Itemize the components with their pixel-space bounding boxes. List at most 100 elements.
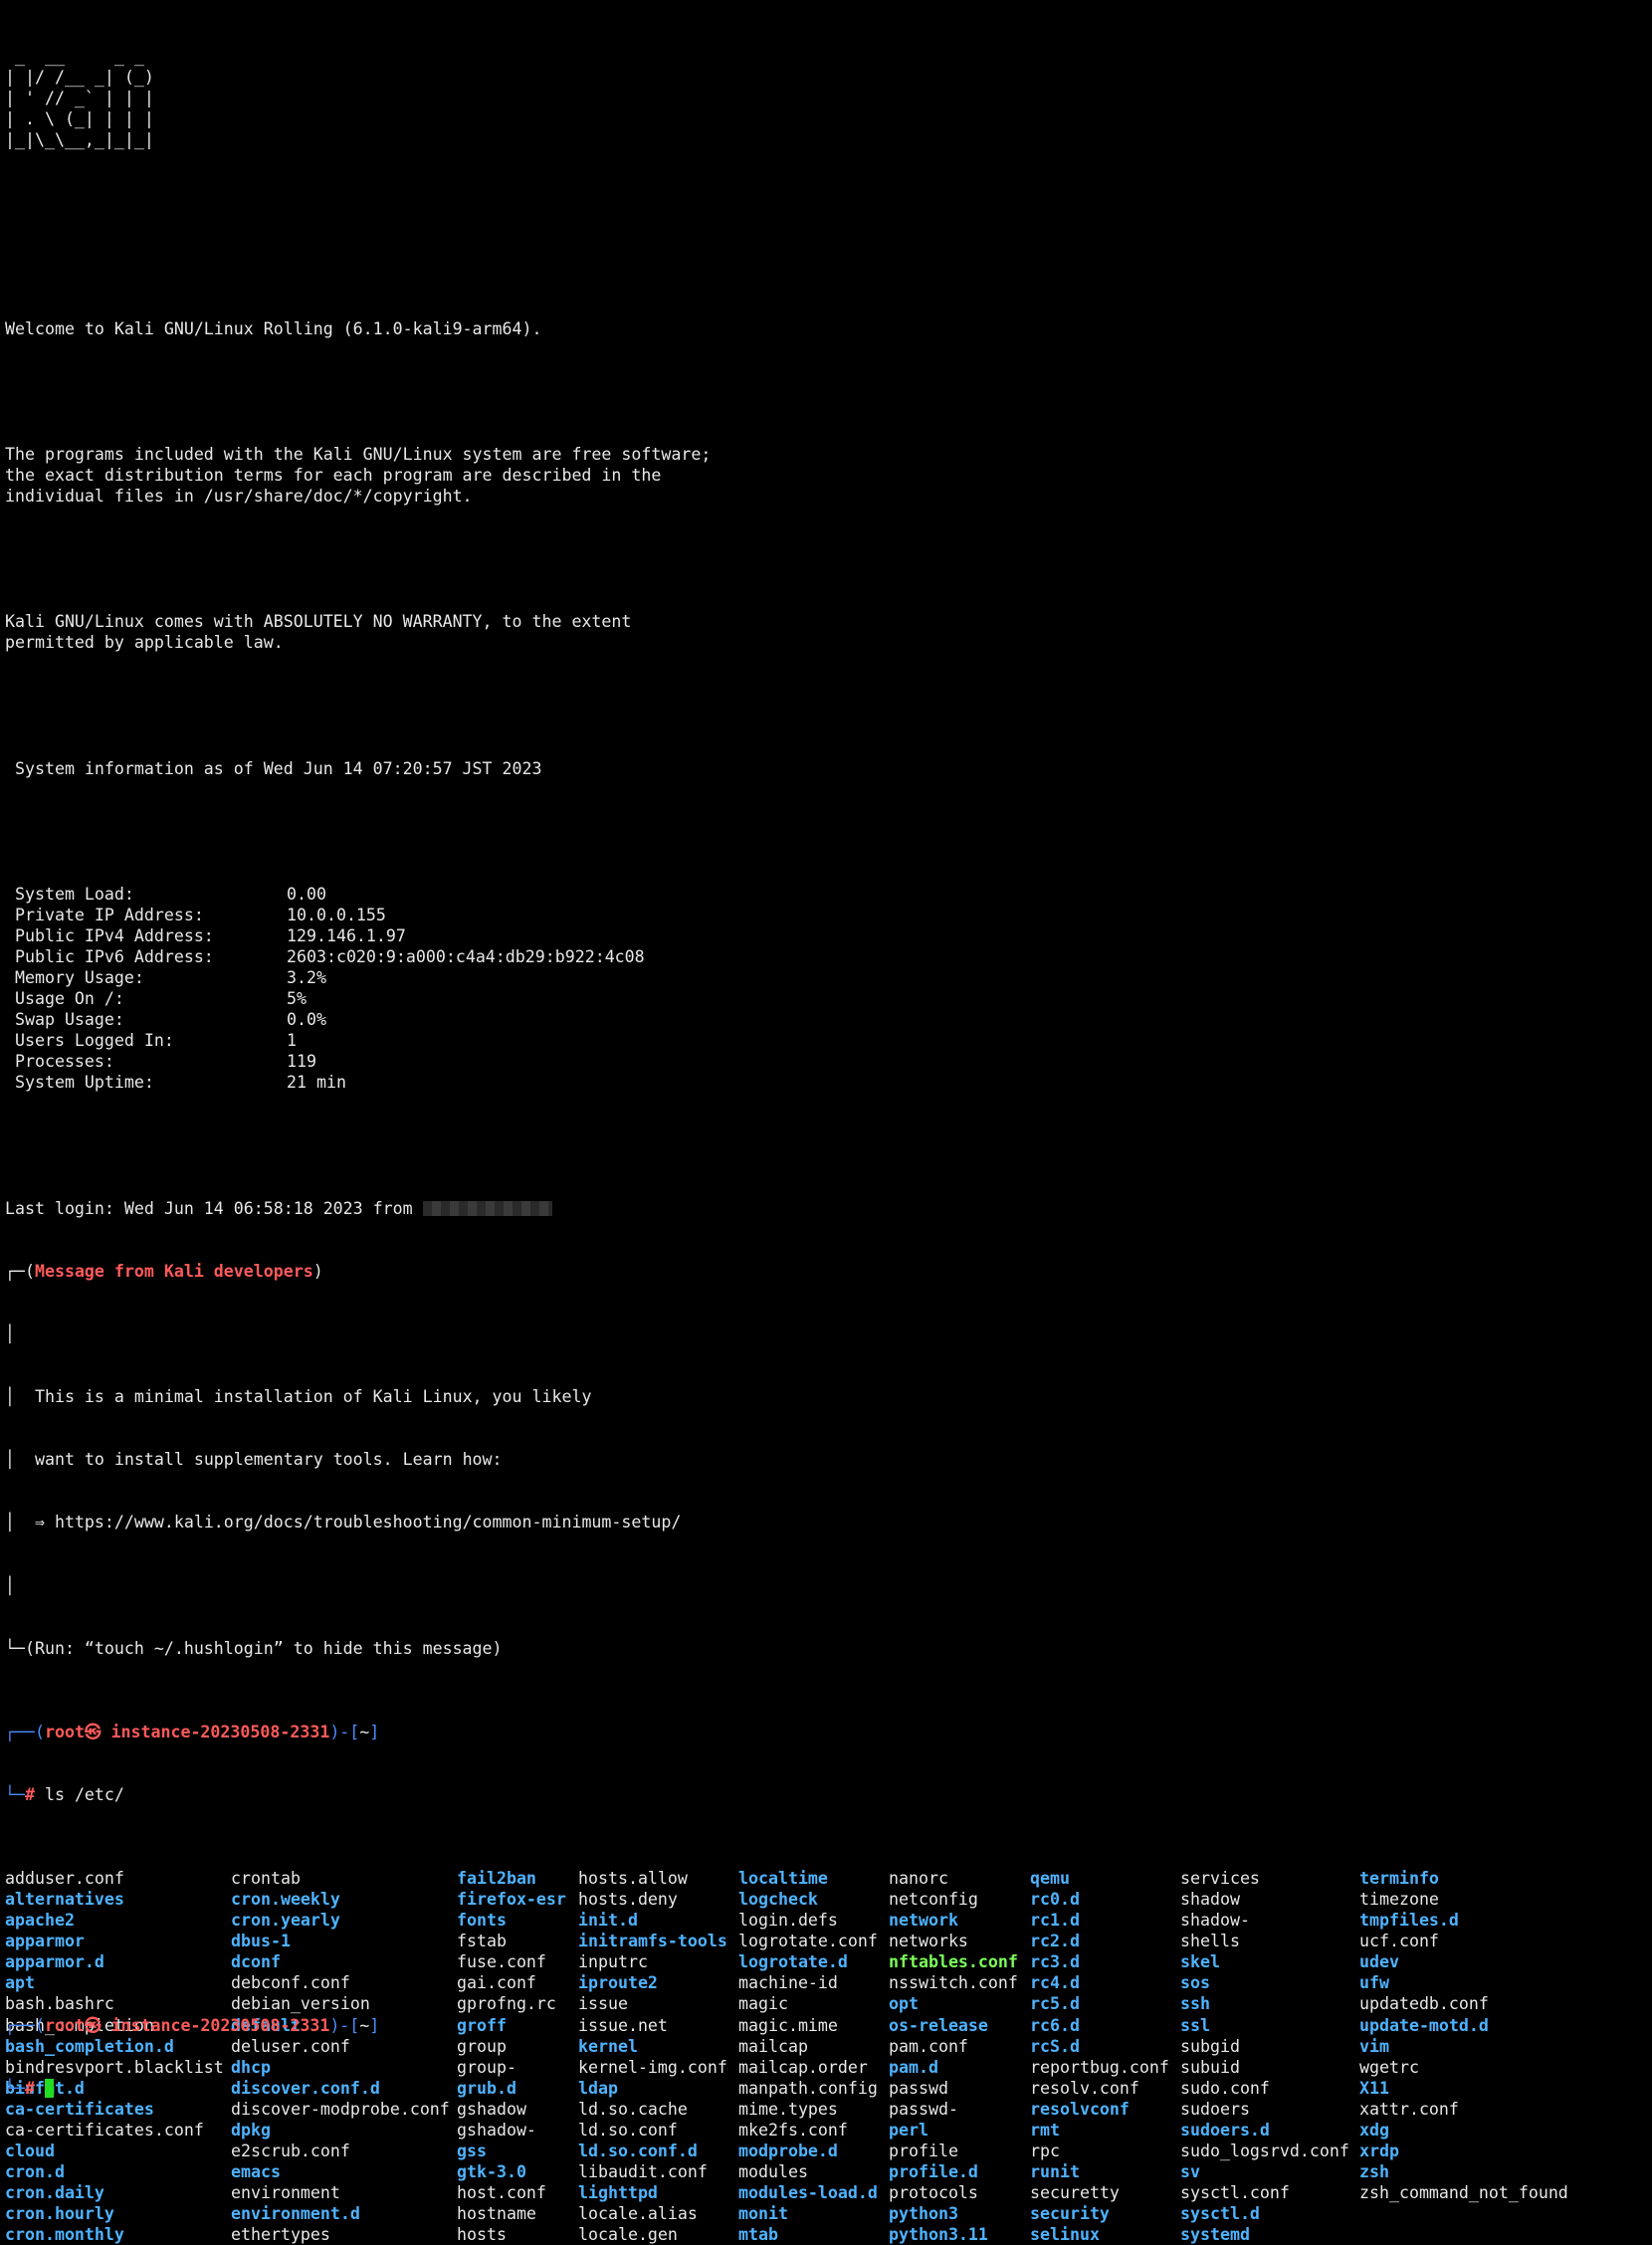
ls-directory-entry: modules-load.d: [738, 2182, 878, 2202]
ls-directory-entry: cron.daily: [5, 2182, 104, 2202]
sysinfo-header: System information as of Wed Jun 14 07:2…: [5, 758, 542, 778]
ls-directory-entry: fonts: [457, 1911, 507, 1931]
ls-column: crontab cron.weekly cron.yearly dbus-1 dconf…: [231, 1868, 457, 2244]
ls-directory-entry: grub.d: [457, 2078, 516, 2098]
command-text: ls /etc/: [34, 1784, 124, 1804]
ls-directory-entry: apparmor.d: [5, 1952, 104, 1972]
ls-file-entry: magic: [738, 1994, 788, 2014]
ls-directory-entry: selinux: [1030, 2224, 1100, 2244]
ls-file-entry: shells: [1180, 1932, 1240, 1951]
ls-directory-entry: os-release: [889, 2015, 988, 2035]
ls-file-entry: zsh_command_not_found: [1359, 2182, 1568, 2202]
ls-directory-entry: discover.conf.d: [231, 2078, 380, 2098]
ls-file-entry: fuse.conf: [457, 1952, 546, 1972]
ls-directory-entry: python3: [889, 2203, 958, 2223]
ls-file-entry: machine-id: [738, 1973, 838, 1993]
sysinfo-value: 1: [287, 1031, 297, 1051]
message-box-top: ┌─(Message from Kali developers): [5, 1261, 323, 1281]
ls-file-entry: e2scrub.conf: [231, 2141, 350, 2160]
ls-directory-entry: terminfo: [1359, 1869, 1439, 1889]
ls-directory-entry: network: [889, 1911, 958, 1931]
ls-file-entry: mime.types: [738, 2099, 838, 2119]
terminal-window[interactable]: _ __ _ _ | |/ /__ _| (_) | ' // _` | | | | …: [0, 0, 1652, 2244]
ls-directory-entry: dpkg: [231, 2120, 271, 2140]
sysinfo-key: Private IP Address:: [5, 906, 204, 925]
ls-file-entry: ld.so.conf: [578, 2120, 678, 2140]
ls-column: qemu rc0.d rc1.d rc2.d rc3.d rc4.d rc5.d rc6.d r…: [1030, 1868, 1180, 2244]
ls-directory-entry: xdg: [1359, 2120, 1389, 2140]
sysinfo-value: 5%: [287, 989, 307, 1009]
ls-file-entry: magic.mime: [738, 2015, 838, 2035]
ls-directory-entry: rc0.d: [1030, 1890, 1080, 1910]
redacted-ip: [422, 1200, 552, 1216]
ls-file-entry: shadow: [1180, 1890, 1240, 1910]
ls-directory-entry: logcheck: [738, 1890, 818, 1910]
ls-directory-entry: vim: [1359, 2036, 1389, 2056]
ls-file-entry: mailcap.order: [738, 2057, 868, 2077]
ls-file-entry: securetty: [1030, 2182, 1120, 2202]
prompt-host: instance-20230508-2331: [101, 1722, 330, 1741]
ls-executable-entry: nftables.conf: [889, 1952, 1018, 1972]
ls-directory-entry: cron.weekly: [231, 1890, 340, 1910]
banner-line: | |/ /__ _| (_): [5, 68, 154, 88]
ls-directory-entry: sudoers.d: [1180, 2120, 1270, 2140]
prompt-line-2: └─# ls /etc/: [5, 1784, 124, 1804]
ls-directory-entry: lighttpd: [578, 2182, 658, 2202]
ls-directory-entry: dhcp: [231, 2057, 271, 2077]
sysinfo-row: System Load: 0.00: [5, 884, 1652, 905]
ls-file-entry: hosts: [457, 2224, 507, 2244]
ls-directory-entry: logrotate.d: [738, 1952, 848, 1972]
banner-line: | . \ (_| | | |: [5, 109, 154, 129]
ls-file-entry: reportbug.conf: [1030, 2057, 1169, 2077]
prompt-user: root: [44, 1722, 85, 1741]
ls-directory-entry: ca-certificates: [5, 2099, 154, 2119]
license-line: The programs included with the Kali GNU/…: [5, 444, 712, 464]
message-line: │ ⇒ https://www.kali.org/docs/troublesho…: [5, 1513, 682, 1532]
prompt-line-1: ┌──(root㉿ instance-20230508-2331)-[~]: [5, 1722, 380, 1741]
banner-line: |_|\_\__,_|_|_|: [5, 130, 154, 150]
ls-file-entry: bash.bashrc: [5, 1994, 114, 2014]
ls-directory-entry: rcS.d: [1030, 2036, 1080, 2056]
welcome-line: Welcome to Kali GNU/Linux Rolling (6.1.0…: [5, 318, 542, 338]
ls-file-entry: gai.conf: [457, 1973, 536, 1993]
ls-directory-entry: sysctl.d: [1180, 2203, 1260, 2223]
ls-directory-entry: sv: [1180, 2161, 1200, 2181]
banner-line: _ __ _ _: [5, 47, 144, 67]
ls-file-entry: passwd: [889, 2078, 948, 2098]
sysinfo-key: Usage On /:: [5, 989, 124, 1009]
sysinfo-row: Public IPv6 Address: 2603:c020:9:a000:c4a…: [5, 946, 1652, 967]
ls-file-entry: deluser.conf: [231, 2036, 350, 2056]
ls-file-entry: mke2fs.conf: [738, 2120, 848, 2140]
sysinfo-row: Users Logged In: 1: [5, 1030, 1652, 1051]
ls-directory-entry: qemu: [1030, 1869, 1070, 1889]
ls-file-entry: rpc: [1030, 2141, 1060, 2160]
ls-directory-entry: cron.monthly: [5, 2224, 124, 2244]
ls-directory-entry: fail2ban: [457, 1869, 536, 1889]
prompt-at-icon: ㉿: [84, 2015, 102, 2035]
ls-file-entry: subgid: [1180, 2036, 1240, 2056]
message-box-bottom: └─(Run: “touch ~/.hushlogin” to hide thi…: [5, 1638, 503, 1658]
ls-directory-entry: pam.d: [889, 2057, 938, 2077]
sysinfo-table: System Load: 0.00 Private IP Address: 10.0…: [5, 884, 1652, 1093]
ls-file-entry: xattr.conf: [1359, 2099, 1459, 2119]
ls-file-entry: debconf.conf: [231, 1973, 350, 1993]
ls-file-entry: mailcap: [738, 2036, 808, 2056]
kali-docs-link[interactable]: ⇒ https://www.kali.org/docs/troubleshoot…: [15, 1513, 681, 1531]
ls-directory-entry: rmt: [1030, 2120, 1060, 2140]
text-cursor[interactable]: [44, 2078, 54, 2098]
ls-directory-entry: apache2: [5, 1911, 75, 1931]
ls-directory-entry: runit: [1030, 2161, 1080, 2181]
ls-file-entry: ucf.conf: [1359, 1932, 1439, 1951]
ls-file-entry: hosts.deny: [578, 1890, 678, 1910]
ls-directory-entry: cron.yearly: [231, 1911, 340, 1931]
ls-directory-entry: alternatives: [5, 1890, 124, 1910]
ls-file-entry: locale.gen: [578, 2224, 678, 2244]
ls-directory-entry: localtime: [738, 1869, 828, 1889]
ls-file-entry: nanorc: [889, 1869, 948, 1889]
sysinfo-value: 129.146.1.97: [287, 926, 406, 946]
sysinfo-value: 0.0%: [287, 1010, 326, 1030]
ls-directory-entry: initramfs-tools: [578, 1932, 727, 1951]
sysinfo-key: System Load:: [5, 884, 134, 904]
ls-file-entry: logrotate.conf: [738, 1932, 878, 1951]
ls-file-entry: ethertypes: [231, 2224, 330, 2244]
